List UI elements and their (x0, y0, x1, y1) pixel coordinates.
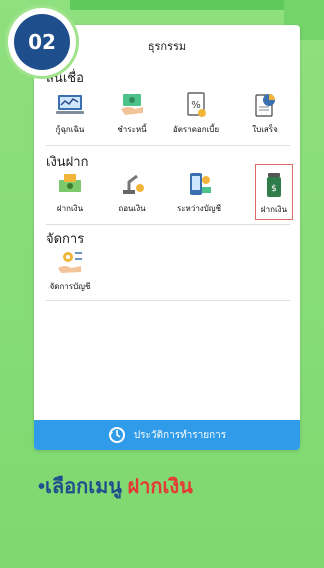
hand-cash-icon (117, 91, 147, 119)
phone-screen: ธุรกรรม สินเชื่อ กู้ฉุกเฉิน ชำระหนี้ % อ… (34, 25, 300, 450)
menu-item-interest-rate[interactable]: % อัตราดอกเบี้ย (168, 89, 224, 141)
menu-item-label: ใบเสร็จ (252, 125, 278, 134)
percent-document-icon: % (181, 91, 211, 119)
menu-item-manage-account[interactable]: จัดการบัญชี (42, 246, 98, 298)
section-divider (46, 300, 290, 301)
transaction-history-label: ประวัติการทำรายการ (133, 429, 227, 441)
menu-item-label: ฝากเงิน (56, 204, 84, 213)
step-badge: 02 (8, 8, 76, 76)
caption-highlight: ฝากเงิน (127, 476, 193, 498)
menu-item-emergency-loan[interactable]: กู้ฉุกเฉิน (42, 89, 98, 141)
section-divider (46, 145, 290, 146)
menu-item-label: กู้ฉุกเฉิน (55, 125, 85, 134)
money-deposit-icon (55, 170, 85, 198)
menu-item-deposit[interactable]: ฝากเงิน (42, 168, 98, 220)
menu-item-label: ระหว่างบัญชี (176, 204, 222, 213)
menu-item-label: ถอนเงิน (118, 204, 146, 213)
caption-bullet: • (38, 476, 46, 498)
transaction-history-button[interactable]: ประวัติการทำรายการ (34, 420, 300, 450)
hand-gear-icon (55, 248, 85, 276)
menu-item-label: จัดการบัญชี (49, 282, 91, 291)
history-icon (108, 427, 125, 443)
money-jar-icon: $ (259, 171, 289, 199)
svg-text:%: % (191, 100, 201, 111)
receipt-chart-icon (250, 91, 280, 119)
svg-text:$: $ (271, 184, 277, 194)
robot-arm-coin-icon (117, 170, 147, 198)
menu-item-deposit-highlighted[interactable]: $ ฝากเงิน (255, 164, 293, 220)
menu-item-between-accounts[interactable]: ระหว่างบัญชี (171, 168, 227, 220)
menu-item-receipt[interactable]: ใบเสร็จ (237, 89, 293, 141)
laptop-chart-icon (55, 91, 85, 119)
menu-item-pay-debt[interactable]: ชำระหนี้ (104, 89, 160, 141)
menu-item-label: ชำระหนี้ (117, 125, 147, 134)
menu-item-label: ฝากเงิน (260, 205, 288, 214)
caption-prefix: เลือกเมนู (45, 476, 128, 498)
instruction-caption: •เลือกเมนู ฝากเงิน (38, 470, 193, 502)
section-divider (46, 224, 290, 225)
step-number: 02 (14, 14, 70, 70)
menu-item-withdraw[interactable]: ถอนเงิน (104, 168, 160, 220)
phone-transfer-icon (184, 170, 214, 198)
menu-item-label: อัตราดอกเบี้ย (172, 125, 220, 134)
